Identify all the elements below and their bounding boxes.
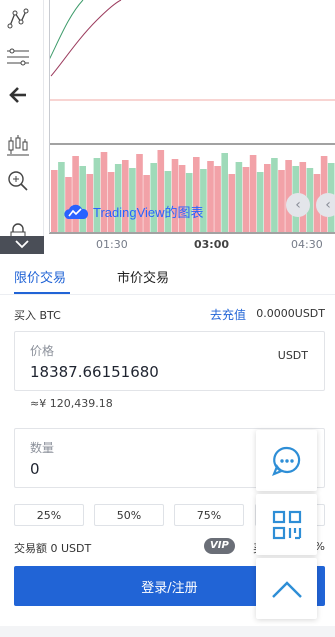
buy-asset-label: 买入 BTC [14, 309, 61, 322]
tab-limit-order[interactable]: 限价交易 [14, 267, 66, 286]
volume-bar [228, 174, 236, 232]
chart-scroll-left-icon[interactable]: ‹ [286, 193, 310, 217]
qrcode-icon [272, 510, 301, 539]
trade-amount: 交易额 0 USDT [14, 542, 92, 555]
price-label: 价格 [30, 344, 55, 358]
chart-area[interactable]: TradingView的图表 ‹ ‹ 01:30 03:00 04:30 [0, 0, 335, 254]
candles-icon[interactable] [5, 132, 31, 158]
tab-market-order[interactable]: 市价交易 [117, 267, 169, 286]
quantity-label: 数量 [30, 441, 55, 455]
volume-bar [178, 165, 186, 232]
scroll-top-button[interactable] [256, 558, 317, 619]
zoom-in-icon[interactable] [5, 168, 31, 194]
volume-bar [278, 170, 285, 232]
available-balance: 0.0000USDT [256, 307, 325, 320]
volume-bar [129, 168, 136, 232]
volume-bar [256, 172, 264, 232]
active-tab-indicator [14, 292, 70, 294]
time-tick: 01:30 [96, 238, 128, 251]
order-type-tabs: 限价交易 市价交易 [0, 255, 335, 295]
volume-bar [171, 159, 179, 232]
vip-badge: VIP [204, 538, 235, 554]
volume-bar [200, 169, 207, 232]
chat-button[interactable] [256, 430, 317, 491]
volume-bar [271, 158, 278, 232]
tradingview-cloud-icon [64, 204, 89, 219]
volume-bar [58, 162, 65, 232]
volume-bar [242, 167, 250, 232]
watermark-text: TradingView的图表 [93, 205, 204, 220]
percent-50-button[interactable]: 50% [94, 504, 164, 526]
percent-25-button[interactable]: 25% [14, 504, 84, 526]
price-input[interactable]: 18387.66151680 [30, 363, 159, 381]
volume-bar [221, 153, 228, 232]
qrcode-button[interactable] [256, 494, 317, 555]
volume-bar [51, 170, 58, 232]
volume-bar [150, 163, 157, 232]
tradingview-watermark: TradingView的图表 [63, 202, 204, 221]
time-axis: 01:30 03:00 04:30 [49, 234, 335, 254]
volume-bar [249, 155, 257, 232]
buy-header: 买入 BTC 去充值 0.0000USDT [14, 307, 325, 323]
pattern-icon[interactable] [5, 6, 31, 32]
recharge-link[interactable]: 去充值 [210, 306, 246, 323]
volume-bar [114, 164, 122, 232]
volume-bar [264, 164, 271, 232]
time-tick: 03:00 [194, 238, 230, 251]
volume-bar [207, 161, 214, 232]
volume-bar [122, 160, 129, 232]
collapse-icon[interactable] [0, 236, 44, 254]
quantity-input[interactable]: 0 [30, 460, 40, 478]
bottom-strip [0, 626, 335, 637]
price-unit: USDT [277, 349, 308, 362]
drawing-toolbar [0, 0, 44, 254]
volume-bar [214, 166, 221, 232]
volume-bar [235, 162, 243, 232]
fib-icon[interactable] [5, 44, 31, 70]
chart-scroll-right-icon[interactable]: ‹ [316, 193, 335, 217]
volume-bar [79, 166, 86, 232]
ma-line-purple [50, 0, 122, 77]
scroll-top-icon [271, 580, 302, 598]
ma-line-green [49, 0, 84, 61]
chat-icon [271, 446, 300, 476]
price-field[interactable]: 价格 18387.66151680 USDT [14, 331, 325, 391]
percent-75-button[interactable]: 75% [174, 504, 244, 526]
back-arrow-icon[interactable] [5, 82, 31, 108]
cny-estimate: ≈¥ 120,439.18 [30, 397, 113, 410]
time-tick: 04:30 [291, 238, 323, 251]
